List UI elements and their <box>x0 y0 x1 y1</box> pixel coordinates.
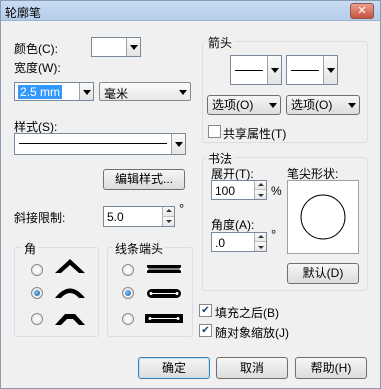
behind-fill-label: 填充之后(B) <box>215 306 279 320</box>
round-corner-radio[interactable] <box>31 287 43 299</box>
arrows-title: 箭头 <box>206 34 235 51</box>
bevel-corner-radio[interactable] <box>31 313 43 325</box>
bevel-corner-icon <box>55 314 85 325</box>
share-attributes-checkbox[interactable] <box>208 125 221 138</box>
chevron-down-icon <box>266 96 280 114</box>
scale-with-object-label: 随对象缩放(J) <box>215 326 289 340</box>
stretch-spinner[interactable]: 100 <box>211 180 267 200</box>
spin-up-icon[interactable] <box>254 233 266 242</box>
outline-pen-dialog: 轮廓笔 ✕ 颜色(C): 宽度(W): 2.5 mm 毫米 样式(S): 编辑样… <box>0 0 381 389</box>
edit-style-button[interactable]: 编辑样式... <box>103 169 185 190</box>
line-cap-icons <box>145 265 183 323</box>
line-style-select[interactable] <box>14 133 186 155</box>
butt-cap-icon <box>145 265 183 273</box>
angle-spinner[interactable]: .0 <box>211 232 267 252</box>
corners-title: 角 <box>22 240 39 257</box>
color-picker[interactable] <box>91 37 141 57</box>
end-arrow-select[interactable] <box>286 55 338 85</box>
scale-with-object-checkbox[interactable] <box>199 324 212 337</box>
chevron-down-icon <box>171 134 185 154</box>
chevron-down-icon <box>345 96 359 114</box>
width-combo[interactable]: 2.5 mm <box>14 82 94 101</box>
square-cap-icon <box>145 314 183 323</box>
miter-corner-radio[interactable] <box>31 264 43 276</box>
round-corner-icon <box>55 288 85 298</box>
line-style-preview <box>19 143 167 144</box>
stretch-value: 100 <box>215 184 236 198</box>
corner-icons <box>55 259 85 325</box>
window-title: 轮廓笔 <box>5 6 42 20</box>
miter-degree-unit: ° <box>179 201 185 216</box>
angle-degree-unit: ° <box>271 227 277 242</box>
cancel-button[interactable]: 取消 <box>216 357 288 379</box>
width-value: 2.5 mm <box>18 85 63 99</box>
default-nib-button[interactable]: 默认(D) <box>287 263 359 284</box>
start-arrow-options-button[interactable]: 选项(O) <box>207 95 281 115</box>
ok-button[interactable]: 确定 <box>138 357 210 379</box>
angle-value: .0 <box>215 236 226 250</box>
miter-limit-label: 斜接限制: <box>14 211 66 225</box>
stretch-percent-unit: % <box>271 184 282 198</box>
spin-up-icon[interactable] <box>162 207 174 217</box>
unit-select[interactable]: 毫米 <box>99 82 191 101</box>
end-arrow-options-button[interactable]: 选项(O) <box>286 95 360 115</box>
square-cap-radio[interactable] <box>122 313 134 325</box>
angle-label: 角度(A): <box>211 218 255 232</box>
spin-down-icon[interactable] <box>254 190 266 199</box>
chevron-down-icon <box>126 38 140 56</box>
chevron-down-icon <box>79 83 93 100</box>
chevron-down-icon <box>267 56 281 84</box>
start-arrow-select[interactable] <box>230 55 282 85</box>
help-button[interactable]: 帮助(H) <box>295 357 367 379</box>
color-label: 颜色(C): <box>14 42 58 56</box>
butt-cap-radio[interactable] <box>122 264 134 276</box>
miter-limit-value: 5.0 <box>107 210 124 224</box>
spin-down-icon[interactable] <box>162 216 174 226</box>
close-button[interactable]: ✕ <box>350 3 374 19</box>
nib-shape-preview[interactable] <box>287 180 359 254</box>
share-attributes-label: 共享属性(T) <box>223 127 287 141</box>
round-cap-radio[interactable] <box>122 287 134 299</box>
nib-circle-icon <box>300 194 346 240</box>
spin-up-icon[interactable] <box>254 181 266 190</box>
line-caps-title: 线条端头 <box>113 240 166 257</box>
spin-down-icon[interactable] <box>254 242 266 251</box>
unit-value: 毫米 <box>104 87 129 101</box>
chevron-down-icon <box>176 83 190 100</box>
chevron-down-icon <box>323 56 337 84</box>
close-icon: ✕ <box>357 5 367 17</box>
round-cap-icon <box>147 289 181 298</box>
behind-fill-checkbox[interactable] <box>199 304 212 317</box>
title-bar[interactable]: 轮廓笔 ✕ <box>1 1 380 21</box>
miter-corner-icon <box>55 259 85 273</box>
width-label: 宽度(W): <box>14 61 61 75</box>
miter-limit-spinner[interactable]: 5.0 <box>103 206 175 227</box>
